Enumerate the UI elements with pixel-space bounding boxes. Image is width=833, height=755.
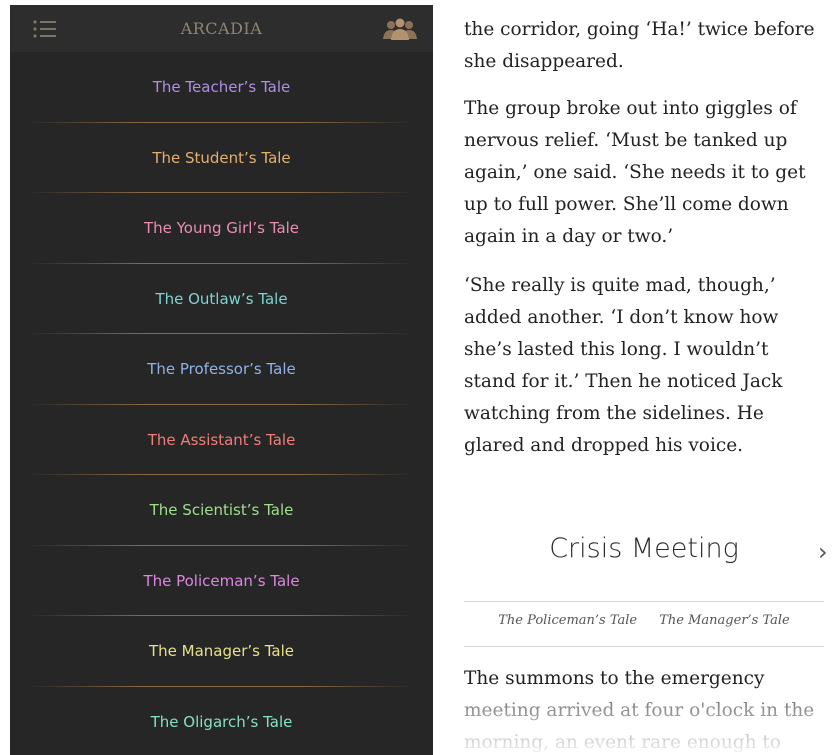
paragraph: The group broke out into giggles of nerv…: [464, 98, 806, 247]
divider: [464, 646, 824, 647]
tale-label: The Student’s Tale: [152, 148, 291, 167]
paragraph: the corridor, going ‘Ha!’ twice before s…: [464, 19, 815, 72]
top-bar: ARCADIA: [10, 5, 433, 52]
chapter-title: Crisis Meeting: [549, 533, 739, 564]
tale-label: The Policeman’s Tale: [143, 571, 300, 590]
tale-label: The Young Girl’s Tale: [143, 219, 300, 238]
tale-item[interactable]: The Assistant’s Tale: [10, 405, 433, 475]
prev-tale-link[interactable]: The Policeman’s Tale: [498, 613, 637, 628]
tales-menu-panel: ARCADIA The Teacher’s Tale The Student’s …: [10, 5, 433, 755]
divider: [464, 601, 824, 602]
tale-label: The Scientist’s Tale: [149, 501, 294, 520]
tale-item[interactable]: The Scientist’s Tale: [10, 475, 433, 546]
tale-item[interactable]: The Policeman’s Tale: [10, 546, 433, 616]
tale-item[interactable]: The Professor’s Tale: [10, 334, 433, 405]
next-tale-link[interactable]: The Manager’s Tale: [659, 613, 789, 628]
tale-label: The Oligarch’s Tale: [150, 712, 293, 731]
chapter-nav: The Policeman’s Tale The Manager’s Tale: [464, 613, 824, 628]
tales-list: The Teacher’s Tale The Student’s Tale The …: [10, 52, 433, 755]
tale-item[interactable]: The Student’s Tale: [10, 123, 433, 193]
tale-item[interactable]: The Young Girl’s Tale: [10, 193, 433, 264]
paragraph: The summons to the emergency meeting arr…: [464, 668, 815, 753]
tale-item[interactable]: The Manager’s Tale: [10, 616, 433, 687]
tale-label: The Teacher’s Tale: [152, 78, 291, 97]
tale-label: The Assistant’s Tale: [147, 430, 296, 449]
paragraph: ‘She really is quite mad, though,’ added…: [464, 275, 783, 456]
tale-label: The Professor’s Tale: [147, 360, 296, 379]
tale-item[interactable]: The Oligarch’s Tale: [10, 687, 433, 755]
app-title: ARCADIA: [180, 19, 263, 38]
tale-label: The Outlaw’s Tale: [155, 289, 288, 308]
tale-item[interactable]: The Outlaw’s Tale: [10, 264, 433, 334]
tale-item[interactable]: The Teacher’s Tale: [10, 52, 433, 123]
chevron-right-icon[interactable]: ›: [818, 538, 828, 566]
tale-label: The Manager’s Tale: [148, 642, 295, 661]
people-icon[interactable]: [381, 17, 419, 41]
reading-pane: the corridor, going ‘Ha!’ twice before s…: [464, 0, 833, 755]
